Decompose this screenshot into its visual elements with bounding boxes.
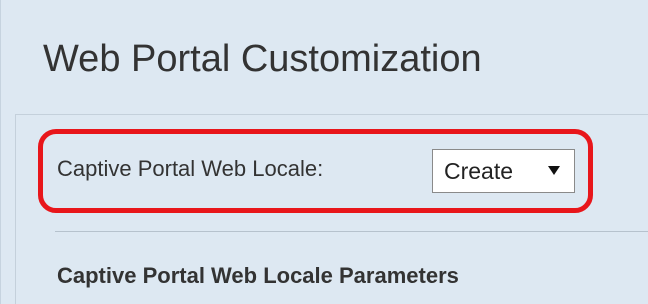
locale-parameters-heading: Captive Portal Web Locale Parameters (57, 263, 459, 288)
page-title: Web Portal Customization (43, 38, 482, 80)
highlight-annotation (38, 129, 593, 213)
divider (55, 231, 648, 232)
page: Web Portal Customization Captive Portal … (0, 0, 648, 304)
